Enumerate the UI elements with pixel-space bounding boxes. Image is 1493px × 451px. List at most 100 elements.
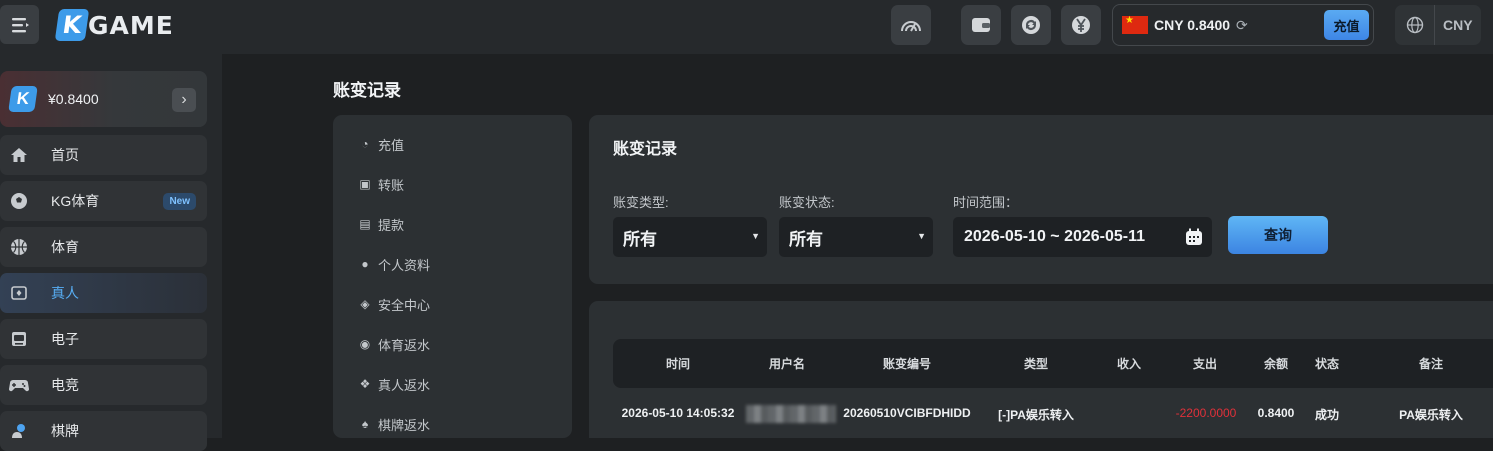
query-button[interactable]: 查询 <box>1228 216 1328 254</box>
sidebar-item-sports[interactable]: 体育 <box>0 227 207 267</box>
col-header-note: 备注 <box>1418 357 1444 371</box>
col-header-time: 时间 <box>665 357 691 371</box>
yuan-icon <box>1072 16 1090 34</box>
col-header-id: 账变编号 <box>882 357 932 371</box>
chips-icon: ❖ <box>359 377 371 391</box>
submenu-item-label: 充值 <box>378 137 405 153</box>
cell-time: 2026-05-10 14:05:32 <box>621 406 735 420</box>
ball-icon: ◉ <box>359 337 371 351</box>
col-header-status: 状态 <box>1314 357 1340 371</box>
language-currency-selector[interactable]: CNY <box>1395 5 1481 45</box>
status-select-value: 所有 <box>789 229 823 249</box>
submenu-item-chess-rebate[interactable]: ♠ 棋牌返水 <box>358 414 430 434</box>
header-balance: CNY 0.8400 <box>1154 17 1231 33</box>
submenu-item-transfer[interactable]: ▣ 转账 <box>358 174 404 194</box>
wallet-icon <box>972 18 990 32</box>
new-badge: New <box>163 193 196 210</box>
chess-icon <box>9 422 29 440</box>
menu-toggle-button[interactable] <box>0 5 39 44</box>
shield-icon: ◈ <box>360 297 370 311</box>
kgame-wallet-icon: K <box>8 86 38 112</box>
cell-type: [-]PA娱乐转入 <box>998 408 1074 422</box>
cell-id: 20260510VCIBFDHIDD <box>843 406 971 420</box>
filter-card: 账变记录 账变类型: 账变状态: 时间范围： 所有 ▼ 所有 ▼ 2026-05… <box>589 115 1493 284</box>
page-title: 账变记录 <box>333 81 401 100</box>
globe-icon <box>1395 5 1435 45</box>
sidebar-item-chess[interactable]: 棋牌 <box>0 411 207 451</box>
submenu-item-label: 个人资料 <box>378 257 431 273</box>
speed-button[interactable] <box>891 5 931 45</box>
china-flag-icon <box>1122 15 1148 34</box>
refresh-transfer-icon <box>1022 16 1040 34</box>
submenu-item-live-rebate[interactable]: ❖ 真人返水 <box>358 374 430 394</box>
kgame-logo[interactable]: K GAME <box>54 8 174 42</box>
sidebar-item-home[interactable]: 首页 <box>0 135 207 175</box>
wallet-card[interactable]: K ¥0.8400 › <box>0 71 207 127</box>
caret-down-icon: ▼ <box>917 231 926 241</box>
sidebar-item-slots[interactable]: 电子 <box>0 319 207 359</box>
speed-icon <box>901 21 921 32</box>
chevron-right-icon[interactable]: › <box>172 88 196 112</box>
top-bar: K GAME CNY 0.8400 ⟳ 充值 CNY <box>0 0 1493 54</box>
col-header-expense: 支出 <box>1192 357 1218 371</box>
sidebar: K ¥0.8400 › 首页 KG体育 New 体育 真人 电子 电竞 棋牌 <box>0 54 222 451</box>
sidebar-item-esports[interactable]: 电竞 <box>0 365 207 405</box>
sidebar-item-kg-sports[interactable]: KG体育 New <box>0 181 207 221</box>
wallet-amount: ¥0.8400 <box>48 91 99 107</box>
sidebar-item-label: KG体育 <box>51 193 100 209</box>
cell-balance: 0.8400 <box>1257 406 1295 420</box>
submenu-item-label: 提款 <box>378 217 405 233</box>
submenu-item-label: 转账 <box>378 177 405 193</box>
filter-card-title: 账变记录 <box>613 141 678 158</box>
blurred-username <box>746 405 836 423</box>
slot-machine-icon <box>9 330 29 348</box>
status-label: 账变状态: <box>779 195 835 210</box>
yuan-button[interactable] <box>1061 5 1101 45</box>
cell-note: PA娱乐转入 <box>1399 408 1463 422</box>
submenu-item-label: 真人返水 <box>378 377 431 393</box>
sidebar-item-live-casino[interactable]: 真人 <box>0 273 207 313</box>
piggy-icon: ◔ <box>361 137 369 151</box>
col-header-balance: 余额 <box>1263 357 1289 371</box>
account-submenu: ◔ 充值 ▣ 转账 ▤ 提款 ● 个人资料 ◈ 安全中心 ◉ 体育返水 ❖ 真人返水 ♠ 棋牌返… <box>333 115 572 438</box>
submenu-item-sports-rebate[interactable]: ◉ 体育返水 <box>358 334 430 354</box>
cards-icon <box>9 284 29 302</box>
transfer-button[interactable] <box>1011 5 1051 45</box>
cell-status: 成功 <box>1314 408 1340 422</box>
sidebar-item-label: 首页 <box>51 147 79 163</box>
submenu-item-profile[interactable]: ● 个人资料 <box>358 254 430 274</box>
type-select-value: 所有 <box>623 229 657 249</box>
refresh-balance-icon[interactable]: ⟳ <box>1236 17 1248 34</box>
table-header: 时间 用户名 账变编号 类型 收入 支出 余额 状态 备注 <box>613 339 1493 388</box>
range-label: 时间范围： <box>953 195 1019 210</box>
balance-display: CNY 0.8400 ⟳ 充值 <box>1112 4 1374 46</box>
withdraw-icon: ▤ <box>359 217 371 231</box>
caret-down-icon: ▼ <box>751 231 760 241</box>
sidebar-item-label: 电竞 <box>51 377 79 393</box>
type-label: 账变类型: <box>613 195 669 210</box>
submenu-item-label: 棋牌返水 <box>378 417 431 433</box>
spade-icon: ♠ <box>361 417 369 431</box>
user-icon: ● <box>361 257 369 271</box>
sidebar-item-label: 真人 <box>51 285 79 301</box>
home-icon <box>9 147 29 163</box>
cell-expense: -2200.0000 <box>1175 406 1237 420</box>
date-range-value: 2026-05-10 ~ 2026-05-11 <box>964 228 1146 245</box>
status-select[interactable]: 所有 ▼ <box>779 217 933 257</box>
type-select[interactable]: 所有 ▼ <box>613 217 767 257</box>
submenu-item-withdraw[interactable]: ▤ 提款 <box>358 214 404 234</box>
col-header-income: 收入 <box>1116 357 1142 371</box>
col-header-type: 类型 <box>1023 357 1049 371</box>
basketball-icon <box>9 238 29 256</box>
logo-k-mark: K <box>54 9 90 41</box>
calendar-icon <box>1184 227 1204 252</box>
date-range-picker[interactable]: 2026-05-10 ~ 2026-05-11 <box>953 217 1212 257</box>
hamburger-icon <box>11 17 29 32</box>
transfer-icon: ▣ <box>359 177 371 191</box>
wallet-button[interactable] <box>961 5 1001 45</box>
recharge-button[interactable]: 充值 <box>1324 10 1369 40</box>
submenu-item-security[interactable]: ◈ 安全中心 <box>358 294 430 314</box>
currency-label: CNY <box>1443 17 1473 33</box>
gamepad-icon <box>9 378 29 392</box>
submenu-item-deposit[interactable]: ◔ 充值 <box>358 134 404 154</box>
